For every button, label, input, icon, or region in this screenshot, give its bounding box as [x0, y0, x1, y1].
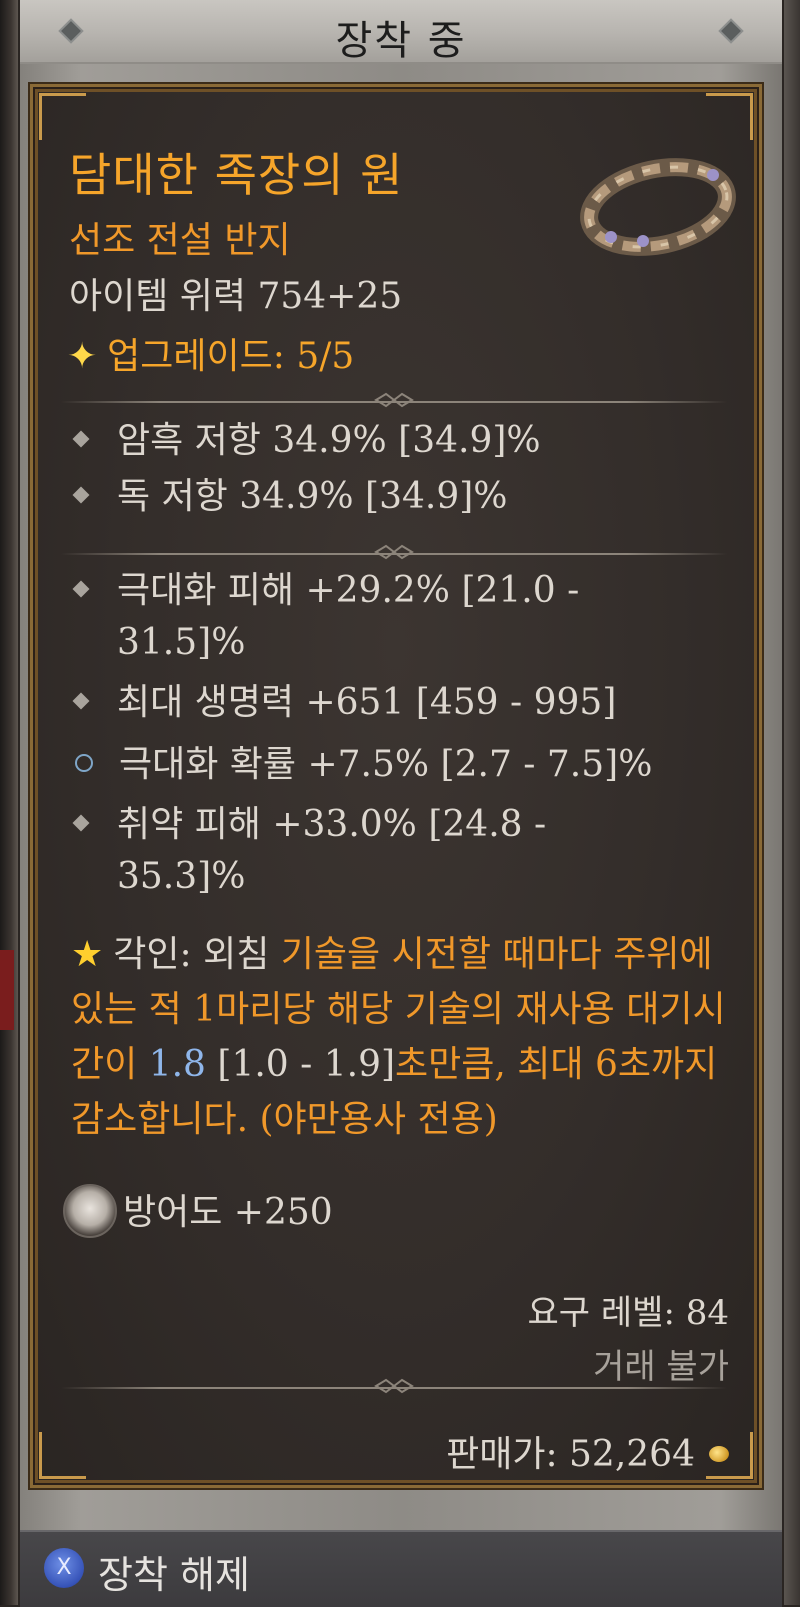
affix-stat: 최대 생명력 +651 [459 - 995] [72, 677, 616, 729]
x-button-icon[interactable]: X [44, 1548, 84, 1588]
legendary-aspect: ★ 각인: 외침 기술을 시전할 때마다 주위에 있는 적 1마리당 해당 기술의… [71, 934, 726, 1140]
header-title: 장착 중 [335, 18, 467, 64]
divider [61, 544, 727, 560]
required-level: 요구 레벨: 84 [527, 1293, 729, 1333]
resistance-stat: 암흑 저항 34.9% [34.9]% [72, 415, 541, 467]
affix-stat: 취약 피해 +33.0% [24.8 - 35.3]% [72, 799, 546, 903]
bullet-icon [72, 580, 90, 598]
bullet-icon [72, 692, 90, 710]
item-tooltip: 담대한 족장의 원 선조 전설 반지 아이템 위력 754+25 ✦ 업그레이드:… [30, 84, 762, 1488]
upgrade-status: ✦ 업그레이드: 5/5 [67, 327, 354, 379]
affix-stat-rerolled: 극대화 확률 +7.5% [2.7 - 7.5]% [75, 739, 652, 791]
star-icon: ★ [71, 934, 104, 975]
divider [61, 392, 727, 408]
resistance-stat: 독 저항 34.9% [34.9]% [72, 471, 508, 523]
bullet-icon [72, 814, 90, 832]
reroll-icon [75, 754, 93, 772]
trade-restriction: 거래 불가 [593, 1347, 729, 1387]
bullet-icon [72, 486, 90, 504]
skull-icon [63, 1184, 117, 1238]
upgrade-sparkle-icon: ✦ [67, 336, 98, 377]
upgrade-label: 업그레이드: 5/5 [107, 336, 355, 377]
ring-icon [580, 158, 736, 256]
background-edge-left [0, 0, 18, 1605]
item-type: 선조 전설 반지 [69, 220, 291, 261]
sell-price: 판매가: 52,264 [446, 1425, 729, 1477]
gold-coin-icon [709, 1446, 729, 1462]
background-edge-right [784, 0, 800, 1605]
item-name: 담대한 족장의 원 [69, 148, 404, 202]
item-power: 아이템 위력 754+25 [69, 276, 403, 317]
armor-stat: 방어도 +250 [63, 1183, 333, 1242]
action-bar: X 장착 해제 [20, 1530, 782, 1607]
divider [61, 1378, 727, 1394]
tooltip-header: 장착 중 [20, 0, 782, 67]
affix-stat: 극대화 피해 +29.2% [21.0 - 31.5]% [72, 565, 579, 669]
bullet-icon [72, 430, 90, 448]
unequip-button[interactable]: 장착 해제 [98, 1544, 250, 1599]
